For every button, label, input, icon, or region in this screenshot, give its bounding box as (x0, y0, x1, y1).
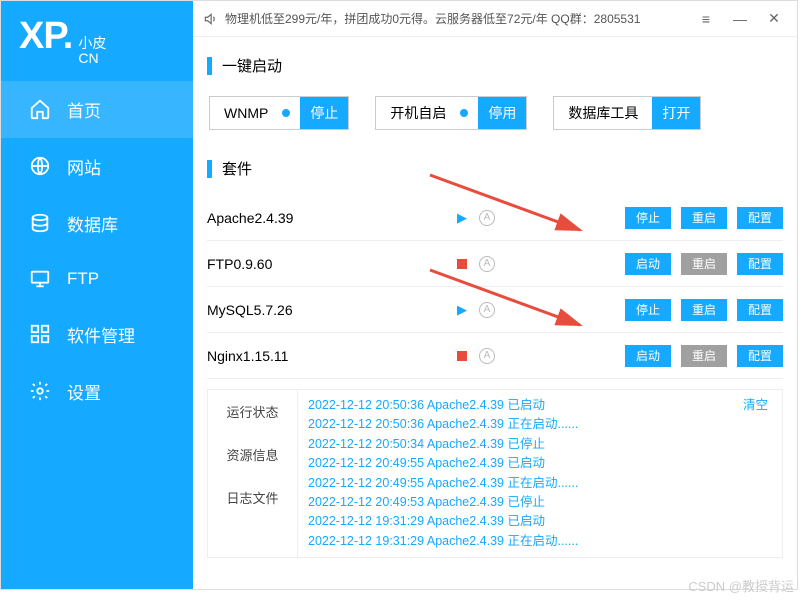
quick-row: WNMP 停止 开机自启 停用 数据库工具 打开 (207, 92, 783, 142)
database-icon (29, 212, 51, 234)
suite-row: Nginx1.15.11 A 启动重启配置 (207, 333, 783, 379)
suite-config-button[interactable]: 配置 (737, 207, 783, 229)
home-icon (29, 98, 51, 120)
menu-icon[interactable]: ≡ (693, 11, 719, 27)
log-tab-logfile[interactable]: 日志文件 (208, 476, 297, 519)
suite-status: ▶A (457, 302, 497, 318)
a-badge-icon: A (479, 256, 495, 272)
suite-row: FTP0.9.60 A 启动重启配置 (207, 241, 783, 287)
play-icon: ▶ (457, 210, 467, 226)
suite-name: Nginx1.15.11 (207, 348, 457, 364)
globe-icon (29, 155, 51, 177)
suite-list: Apache2.4.39▶A停止重启配置FTP0.9.60A启动重启配置MySQ… (207, 195, 783, 379)
a-badge-icon: A (479, 302, 495, 318)
quick-wnmp-label: WNMP (210, 105, 282, 121)
status-dot-icon (460, 109, 468, 117)
suite-restart-button[interactable]: 重启 (681, 207, 727, 229)
quick-boot: 开机自启 停用 (375, 96, 527, 130)
nav-home[interactable]: 首页 (1, 81, 193, 138)
nav-label: 数据库 (67, 211, 118, 236)
nav-ftp[interactable]: FTP (1, 252, 193, 306)
suite-config-button[interactable]: 配置 (737, 345, 783, 367)
a-badge-icon: A (479, 210, 495, 226)
nav-label: 首页 (67, 97, 101, 122)
status-dot-icon (282, 109, 290, 117)
suite-name: FTP0.9.60 (207, 256, 457, 272)
nav-database[interactable]: 数据库 (1, 195, 193, 252)
a-badge-icon: A (479, 348, 495, 364)
suite-actions: 启动重启配置 (625, 253, 783, 275)
minimize-icon[interactable]: — (727, 11, 753, 27)
quick-db-button[interactable]: 打开 (652, 97, 700, 129)
clear-link[interactable]: 清空 (743, 396, 768, 415)
log-line: 2022-12-12 20:50:36 Apache2.4.39 正在启动...… (308, 415, 772, 434)
watermark: CSDN @教授背运 (688, 576, 794, 595)
suite-row: MySQL5.7.26▶A停止重启配置 (207, 287, 783, 333)
log-panel: 运行状态 资源信息 日志文件 清空 2022-12-12 20:50:36 Ap… (207, 389, 783, 558)
suite-config-button[interactable]: 配置 (737, 253, 783, 275)
titlebar: 物理机低至299元/年，拼团成功0元得。云服务器低至72元/年 QQ群：2805… (193, 1, 797, 37)
log-tab-resource[interactable]: 资源信息 (208, 433, 297, 476)
suite-status: A (457, 348, 497, 364)
suite-name: Apache2.4.39 (207, 210, 457, 226)
log-tabs: 运行状态 资源信息 日志文件 (208, 390, 298, 557)
monitor-icon (29, 268, 51, 290)
play-icon: ▶ (457, 302, 467, 318)
nav-label: FTP (67, 269, 99, 289)
announce-text: 物理机低至299元/年，拼团成功0元得。云服务器低至72元/年 QQ群：2805… (225, 10, 640, 27)
nav-software[interactable]: 软件管理 (1, 306, 193, 363)
suite-restart-button[interactable]: 重启 (681, 253, 727, 275)
log-line: 2022-12-12 19:31:29 Apache2.4.39 已启动 (308, 512, 772, 531)
suite-actions: 启动重启配置 (625, 345, 783, 367)
log-line: 2022-12-12 20:49:55 Apache2.4.39 已启动 (308, 454, 772, 473)
log-line: 2022-12-12 19:31:29 Apache2.4.39 正在启动...… (308, 532, 772, 551)
nav-site[interactable]: 网站 (1, 138, 193, 195)
suite-toggle-button[interactable]: 启动 (625, 345, 671, 367)
sidebar: XP. 小皮 CN 首页 网站 数据库 FTP (1, 1, 193, 589)
logo-main: XP. (19, 15, 72, 58)
quick-boot-button[interactable]: 停用 (478, 97, 526, 129)
nav-label: 软件管理 (67, 322, 135, 347)
nav: 首页 网站 数据库 FTP 软件管理 设置 (1, 73, 193, 420)
suite-restart-button[interactable]: 重启 (681, 345, 727, 367)
suite-config-button[interactable]: 配置 (737, 299, 783, 321)
quick-boot-label: 开机自启 (376, 103, 460, 123)
nav-label: 网站 (67, 154, 101, 179)
suite-toggle-button[interactable]: 停止 (625, 299, 671, 321)
suite-actions: 停止重启配置 (625, 299, 783, 321)
suite-actions: 停止重启配置 (625, 207, 783, 229)
suite-row: Apache2.4.39▶A停止重启配置 (207, 195, 783, 241)
log-line: 2022-12-12 20:49:55 Apache2.4.39 正在启动...… (308, 474, 772, 493)
quick-wnmp-button[interactable]: 停止 (300, 97, 348, 129)
stop-icon (457, 259, 467, 269)
logo: XP. 小皮 CN (1, 1, 193, 73)
quick-db-label: 数据库工具 (554, 103, 652, 123)
suite-status: ▶A (457, 210, 497, 226)
suite-toggle-button[interactable]: 启动 (625, 253, 671, 275)
close-icon[interactable]: ✕ (761, 10, 787, 27)
log-line: 2022-12-12 20:50:36 Apache2.4.39 已启动 (308, 396, 772, 415)
suite-name: MySQL5.7.26 (207, 302, 457, 318)
logo-sub: 小皮 CN (78, 36, 106, 67)
suite-status: A (457, 256, 497, 272)
main: 物理机低至299元/年，拼团成功0元得。云服务器低至72元/年 QQ群：2805… (193, 1, 797, 589)
apps-icon (29, 323, 51, 345)
nav-settings[interactable]: 设置 (1, 363, 193, 420)
suite-restart-button[interactable]: 重启 (681, 299, 727, 321)
log-line: 2022-12-12 20:50:34 Apache2.4.39 已停止 (308, 435, 772, 454)
sound-icon (203, 12, 217, 26)
log-line: 2022-12-12 20:49:53 Apache2.4.39 已停止 (308, 493, 772, 512)
log-body: 清空 2022-12-12 20:50:36 Apache2.4.39 已启动2… (298, 390, 782, 557)
stop-icon (457, 351, 467, 361)
suite-toggle-button[interactable]: 停止 (625, 207, 671, 229)
quick-title: 一键启动 (207, 55, 783, 76)
quick-db: 数据库工具 打开 (553, 96, 701, 130)
log-tab-status[interactable]: 运行状态 (208, 390, 297, 433)
nav-label: 设置 (67, 379, 101, 404)
suite-title: 套件 (207, 158, 783, 179)
gear-icon (29, 380, 51, 402)
quick-wnmp: WNMP 停止 (209, 96, 349, 130)
